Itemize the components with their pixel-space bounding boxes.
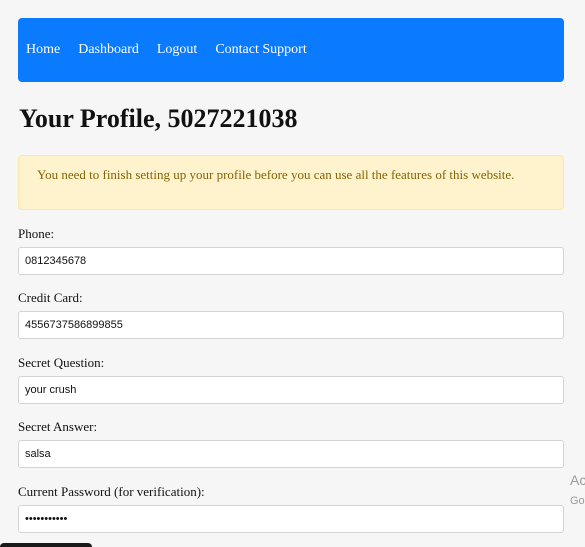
- nav-link-logout[interactable]: Logout: [157, 43, 197, 57]
- secret-question-input[interactable]: [18, 376, 564, 404]
- secret-question-label: Secret Question:: [18, 355, 105, 370]
- alert-message: You need to finish setting up your profi…: [37, 167, 515, 182]
- phone-input[interactable]: [18, 247, 564, 275]
- secret-answer-input[interactable]: [18, 440, 564, 468]
- secret-answer-label: Secret Answer:: [18, 419, 98, 434]
- page-title: Your Profile, 5027221038: [19, 104, 298, 133]
- watermark-line-1: Ac: [570, 472, 585, 488]
- bottom-overlay-bar: [0, 543, 92, 547]
- profile-page: Home Dashboard Logout Contact Support Yo…: [0, 0, 585, 547]
- credit-card-label: Credit Card:: [18, 290, 83, 305]
- current-password-input[interactable]: [18, 505, 564, 533]
- nav-link-dashboard[interactable]: Dashboard: [78, 43, 139, 57]
- profile-incomplete-alert: You need to finish setting up your profi…: [18, 155, 564, 210]
- credit-card-input[interactable]: [18, 311, 564, 339]
- nav-link-home[interactable]: Home: [26, 43, 60, 57]
- phone-label: Phone:: [18, 226, 55, 241]
- top-navbar: Home Dashboard Logout Contact Support: [18, 18, 564, 82]
- watermark-line-2: Go: [570, 495, 585, 507]
- current-password-label: Current Password (for verification):: [18, 484, 205, 499]
- nav-link-contact-support[interactable]: Contact Support: [215, 43, 306, 57]
